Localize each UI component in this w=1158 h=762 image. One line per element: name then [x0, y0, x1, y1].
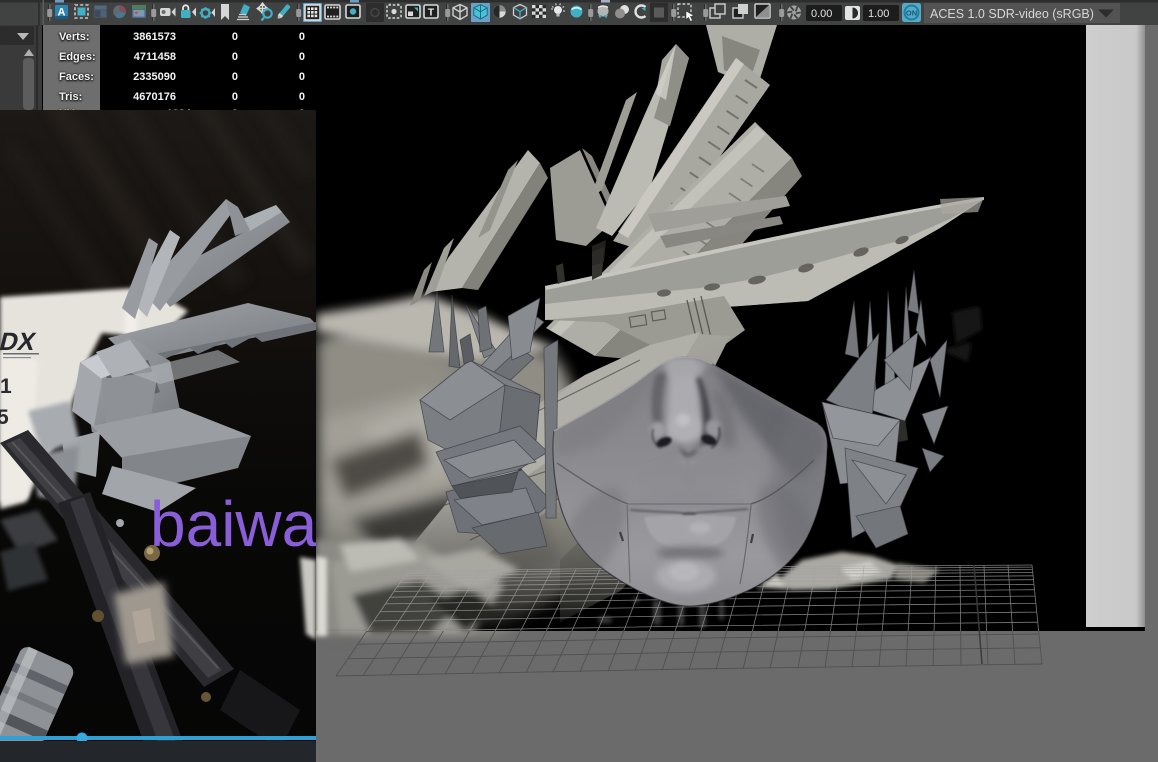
svg-text:1.00: 1.00: [868, 8, 889, 20]
svg-text:baiwan: baiwan: [150, 488, 316, 560]
svg-text:ON: ON: [906, 9, 917, 18]
svg-text:5: 5: [0, 406, 9, 429]
svg-text:0.00: 0.00: [811, 8, 832, 20]
svg-text:1: 1: [0, 375, 12, 398]
svg-text:ACES 1.0 SDR-video (sRGB): ACES 1.0 SDR-video (sRGB): [930, 7, 1094, 21]
svg-text:A: A: [58, 7, 66, 19]
svg-text:T: T: [428, 7, 435, 19]
